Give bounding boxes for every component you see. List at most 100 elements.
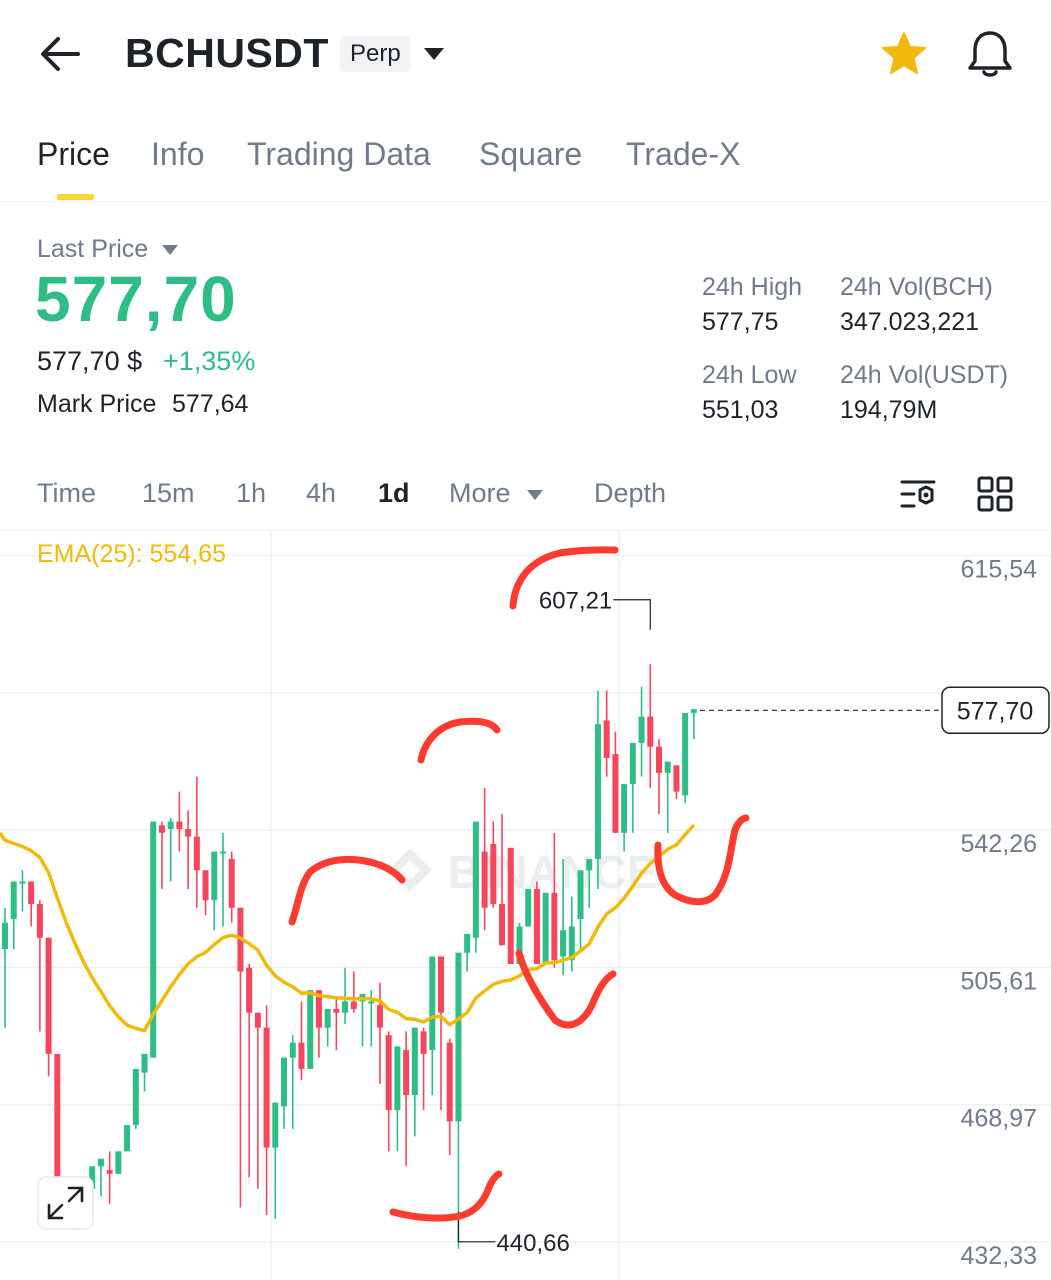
candle-down: [612, 754, 619, 833]
tab-trade-x[interactable]: Trade-X: [626, 136, 740, 173]
caret-down-icon[interactable]: [160, 243, 180, 257]
candle-up: [542, 892, 549, 964]
candle-up: [464, 933, 471, 953]
arrow-left-icon[interactable]: [38, 32, 84, 76]
bell-icon[interactable]: [965, 28, 1015, 80]
ema-indicator-label[interactable]: EMA(25): 554,65: [37, 540, 226, 569]
candle-up: [690, 709, 697, 713]
last-price-label[interactable]: Last Price: [37, 235, 148, 264]
candle-down: [246, 967, 253, 1013]
candle-down: [446, 1042, 453, 1122]
candle-down: [45, 937, 52, 1054]
candle-up: [594, 724, 601, 860]
candle-up: [150, 821, 157, 1058]
candle-down: [499, 904, 506, 946]
expand-chart-button[interactable]: [37, 1176, 94, 1230]
candle-down: [28, 881, 35, 905]
candle-up: [621, 784, 628, 833]
candle-up: [289, 1042, 296, 1058]
top-bar: BCHUSDT Perp: [0, 0, 1051, 110]
candle-down: [106, 1170, 113, 1174]
candle-up: [97, 1158, 104, 1167]
candle-down: [481, 851, 488, 908]
candle-down: [36, 904, 43, 938]
candle-up: [629, 742, 636, 785]
candle-up: [141, 1053, 148, 1073]
candle-down: [228, 859, 235, 908]
candle-down: [176, 821, 183, 830]
candle-down: [298, 1042, 305, 1069]
active-tab-indicator: [57, 194, 94, 200]
candle-up: [525, 889, 532, 927]
candle-down: [673, 765, 680, 792]
candle-down: [263, 1027, 270, 1148]
grid-layout-icon[interactable]: [975, 474, 1015, 514]
timeframe-1d[interactable]: 1d: [378, 478, 410, 509]
candle-up: [115, 1151, 122, 1174]
y-axis-tick-label: 505,61: [961, 967, 1037, 995]
timeframe-4h[interactable]: 4h: [306, 478, 336, 509]
vol-usdt-value: 194,79M: [840, 396, 938, 424]
vol-usdt-label: 24h Vol(USDT): [840, 361, 1009, 389]
candle-up: [10, 881, 17, 920]
candle-down: [403, 1050, 410, 1096]
candle-up: [368, 1001, 375, 1004]
candle-up: [132, 1068, 139, 1126]
candle-up: [586, 859, 593, 871]
timeframe-15m[interactable]: 15m: [142, 478, 195, 509]
timeframe-more[interactable]: More: [449, 478, 511, 509]
timeframe-depth[interactable]: Depth: [594, 478, 666, 509]
vol-bch-label: 24h Vol(BCH): [840, 273, 993, 301]
candle-up: [342, 1001, 349, 1013]
caret-down-icon[interactable]: [526, 488, 544, 502]
current-price-tag-text: 577,70: [957, 697, 1033, 725]
candle-down: [254, 1012, 261, 1028]
candle-up: [577, 870, 584, 920]
high-24h-value: 577,75: [702, 308, 779, 336]
chart-settings-icon[interactable]: [898, 474, 938, 514]
candle-up: [2, 922, 8, 949]
candle-down: [376, 1005, 383, 1028]
candle-up: [167, 821, 174, 830]
tab-square[interactable]: Square: [479, 136, 582, 173]
candle-down: [193, 836, 200, 871]
candle-down: [202, 870, 209, 901]
star-icon[interactable]: [880, 30, 928, 78]
caret-down-icon[interactable]: [422, 44, 446, 64]
tab-bar: Price Info Trading Data Square Trade-X: [0, 118, 1051, 202]
candle-down: [185, 829, 192, 837]
candlestick-chart[interactable]: BINANCE 615,54578,90542,26505,61468,9743…: [0, 530, 1051, 1280]
last-price-value: 577,70: [35, 263, 237, 335]
svg-text:BINANCE: BINANCE: [448, 846, 658, 898]
contract-badge: Perp: [340, 36, 411, 72]
candle-up: [220, 851, 226, 854]
candle-down: [603, 720, 610, 758]
tab-price[interactable]: Price: [37, 136, 110, 173]
candle-down: [507, 847, 514, 964]
candle-down: [551, 892, 558, 961]
symbol-title[interactable]: BCHUSDT: [125, 30, 329, 77]
timeframe-time[interactable]: Time: [37, 478, 96, 509]
high-24h-label: 24h High: [702, 273, 803, 301]
candle-up: [272, 1102, 279, 1148]
candle-up: [124, 1125, 131, 1152]
low-annotation: 440,66: [496, 1230, 569, 1257]
candle-down: [420, 1031, 427, 1054]
candle-up: [324, 1008, 331, 1028]
tab-trading-data[interactable]: Trading Data: [247, 136, 431, 173]
candle-up: [560, 930, 567, 957]
candle-down: [533, 889, 540, 964]
binance-watermark: BINANCE: [388, 846, 658, 898]
timeframe-1h[interactable]: 1h: [236, 478, 266, 509]
candle-up: [394, 1046, 401, 1111]
candle-up: [411, 1027, 418, 1096]
tab-info[interactable]: Info: [151, 136, 204, 173]
candle-up: [638, 716, 645, 743]
usd-price: 577,70 $: [37, 346, 143, 376]
candle-up: [281, 1057, 288, 1107]
candle-down: [490, 844, 497, 905]
candle-down: [385, 1035, 392, 1111]
low-24h-value: 551,03: [702, 396, 779, 424]
mark-price-label: Mark Price: [37, 390, 157, 418]
candle-up: [307, 990, 314, 1069]
